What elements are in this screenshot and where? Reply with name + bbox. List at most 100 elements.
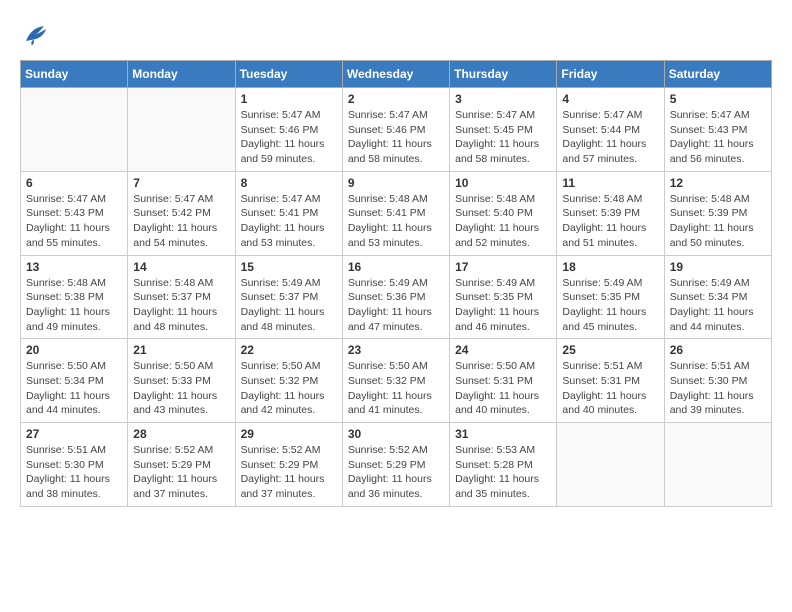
calendar-cell: 6 Sunrise: 5:47 AMSunset: 5:43 PMDaylight… [21,171,128,255]
calendar-cell: 21Sunrise: 5:50 AMSunset: 5:33 PMDayligh… [128,339,235,423]
day-number: 31 [455,427,551,441]
day-info: Sunrise: 5:50 AMSunset: 5:32 PMDaylight:… [241,359,337,418]
day-number: 11 [562,176,658,190]
weekday-header: Saturday [664,61,771,88]
day-info: Sunrise: 5:49 AMSunset: 5:34 PMDaylight:… [670,276,766,335]
day-info: Sunrise: 5:48 AMSunset: 5:39 PMDaylight:… [562,192,658,251]
day-number: 6 [26,176,122,190]
day-info: Sunrise: 5:49 AMSunset: 5:35 PMDaylight:… [455,276,551,335]
logo-icon [20,20,50,50]
calendar-cell: 17 Sunrise: 5:49 AMSunset: 5:35 PMDayligh… [450,255,557,339]
calendar-week-row: 6 Sunrise: 5:47 AMSunset: 5:43 PMDaylight… [21,171,772,255]
day-info: Sunrise: 5:52 AMSunset: 5:29 PMDaylight:… [241,443,337,502]
day-number: 25 [562,343,658,357]
day-info: Sunrise: 5:47 AMSunset: 5:41 PMDaylight:… [241,192,337,251]
day-info: Sunrise: 5:47 AMSunset: 5:46 PMDaylight:… [348,108,444,167]
weekday-header: Thursday [450,61,557,88]
calendar-cell: 24Sunrise: 5:50 AMSunset: 5:31 PMDayligh… [450,339,557,423]
calendar-cell: 1 Sunrise: 5:47 AMSunset: 5:46 PMDaylight… [235,88,342,172]
day-number: 15 [241,260,337,274]
calendar-cell: 8 Sunrise: 5:47 AMSunset: 5:41 PMDaylight… [235,171,342,255]
day-number: 7 [133,176,229,190]
day-number: 27 [26,427,122,441]
day-number: 8 [241,176,337,190]
day-number: 13 [26,260,122,274]
day-number: 2 [348,92,444,106]
calendar-week-row: 20Sunrise: 5:50 AMSunset: 5:34 PMDayligh… [21,339,772,423]
calendar-cell: 31 Sunrise: 5:53 AMSunset: 5:28 PMDayligh… [450,423,557,507]
calendar-cell: 26 Sunrise: 5:51 AMSunset: 5:30 PMDayligh… [664,339,771,423]
day-number: 1 [241,92,337,106]
calendar-cell: 15 Sunrise: 5:49 AMSunset: 5:37 PMDayligh… [235,255,342,339]
day-info: Sunrise: 5:49 AMSunset: 5:35 PMDaylight:… [562,276,658,335]
day-info: Sunrise: 5:47 AMSunset: 5:46 PMDaylight:… [241,108,337,167]
calendar-cell [128,88,235,172]
calendar-cell: 3Sunrise: 5:47 AMSunset: 5:45 PMDaylight… [450,88,557,172]
day-info: Sunrise: 5:52 AMSunset: 5:29 PMDaylight:… [133,443,229,502]
day-number: 29 [241,427,337,441]
calendar-cell: 2 Sunrise: 5:47 AMSunset: 5:46 PMDaylight… [342,88,449,172]
calendar-week-row: 27 Sunrise: 5:51 AMSunset: 5:30 PMDayligh… [21,423,772,507]
day-number: 17 [455,260,551,274]
calendar-header-row: SundayMondayTuesdayWednesdayThursdayFrid… [21,61,772,88]
calendar-cell: 5Sunrise: 5:47 AMSunset: 5:43 PMDaylight… [664,88,771,172]
day-number: 24 [455,343,551,357]
calendar-cell: 10Sunrise: 5:48 AMSunset: 5:40 PMDayligh… [450,171,557,255]
calendar-cell: 7 Sunrise: 5:47 AMSunset: 5:42 PMDaylight… [128,171,235,255]
day-info: Sunrise: 5:48 AMSunset: 5:41 PMDaylight:… [348,192,444,251]
day-info: Sunrise: 5:50 AMSunset: 5:32 PMDaylight:… [348,359,444,418]
day-number: 30 [348,427,444,441]
day-info: Sunrise: 5:49 AMSunset: 5:36 PMDaylight:… [348,276,444,335]
calendar-cell [21,88,128,172]
day-number: 26 [670,343,766,357]
day-info: Sunrise: 5:47 AMSunset: 5:43 PMDaylight:… [26,192,122,251]
day-info: Sunrise: 5:47 AMSunset: 5:42 PMDaylight:… [133,192,229,251]
calendar-cell: 20Sunrise: 5:50 AMSunset: 5:34 PMDayligh… [21,339,128,423]
day-number: 28 [133,427,229,441]
calendar-cell: 12Sunrise: 5:48 AMSunset: 5:39 PMDayligh… [664,171,771,255]
day-number: 21 [133,343,229,357]
day-info: Sunrise: 5:53 AMSunset: 5:28 PMDaylight:… [455,443,551,502]
day-number: 9 [348,176,444,190]
day-info: Sunrise: 5:48 AMSunset: 5:40 PMDaylight:… [455,192,551,251]
day-number: 20 [26,343,122,357]
calendar-table: SundayMondayTuesdayWednesdayThursdayFrid… [20,60,772,507]
weekday-header: Monday [128,61,235,88]
day-info: Sunrise: 5:48 AMSunset: 5:38 PMDaylight:… [26,276,122,335]
day-info: Sunrise: 5:47 AMSunset: 5:45 PMDaylight:… [455,108,551,167]
day-number: 14 [133,260,229,274]
day-info: Sunrise: 5:51 AMSunset: 5:30 PMDaylight:… [26,443,122,502]
weekday-header: Sunday [21,61,128,88]
day-info: Sunrise: 5:51 AMSunset: 5:31 PMDaylight:… [562,359,658,418]
day-number: 16 [348,260,444,274]
calendar-cell: 27 Sunrise: 5:51 AMSunset: 5:30 PMDayligh… [21,423,128,507]
calendar-cell: 14 Sunrise: 5:48 AMSunset: 5:37 PMDayligh… [128,255,235,339]
day-info: Sunrise: 5:51 AMSunset: 5:30 PMDaylight:… [670,359,766,418]
calendar-cell: 4Sunrise: 5:47 AMSunset: 5:44 PMDaylight… [557,88,664,172]
calendar-cell: 16 Sunrise: 5:49 AMSunset: 5:36 PMDayligh… [342,255,449,339]
calendar-cell: 23 Sunrise: 5:50 AMSunset: 5:32 PMDayligh… [342,339,449,423]
calendar-week-row: 1 Sunrise: 5:47 AMSunset: 5:46 PMDaylight… [21,88,772,172]
calendar-cell [664,423,771,507]
day-info: Sunrise: 5:47 AMSunset: 5:44 PMDaylight:… [562,108,658,167]
day-info: Sunrise: 5:48 AMSunset: 5:37 PMDaylight:… [133,276,229,335]
calendar-cell: 13 Sunrise: 5:48 AMSunset: 5:38 PMDayligh… [21,255,128,339]
calendar-cell: 22 Sunrise: 5:50 AMSunset: 5:32 PMDayligh… [235,339,342,423]
calendar-week-row: 13 Sunrise: 5:48 AMSunset: 5:38 PMDayligh… [21,255,772,339]
day-info: Sunrise: 5:52 AMSunset: 5:29 PMDaylight:… [348,443,444,502]
calendar-cell: 9 Sunrise: 5:48 AMSunset: 5:41 PMDaylight… [342,171,449,255]
day-info: Sunrise: 5:49 AMSunset: 5:37 PMDaylight:… [241,276,337,335]
calendar-cell [557,423,664,507]
day-number: 22 [241,343,337,357]
calendar-cell: 11 Sunrise: 5:48 AMSunset: 5:39 PMDayligh… [557,171,664,255]
calendar-cell: 19Sunrise: 5:49 AMSunset: 5:34 PMDayligh… [664,255,771,339]
weekday-header: Tuesday [235,61,342,88]
weekday-header: Friday [557,61,664,88]
calendar-cell: 29 Sunrise: 5:52 AMSunset: 5:29 PMDayligh… [235,423,342,507]
logo [20,20,54,50]
calendar-cell: 28 Sunrise: 5:52 AMSunset: 5:29 PMDayligh… [128,423,235,507]
calendar-cell: 25 Sunrise: 5:51 AMSunset: 5:31 PMDayligh… [557,339,664,423]
day-info: Sunrise: 5:48 AMSunset: 5:39 PMDaylight:… [670,192,766,251]
weekday-header: Wednesday [342,61,449,88]
day-number: 23 [348,343,444,357]
